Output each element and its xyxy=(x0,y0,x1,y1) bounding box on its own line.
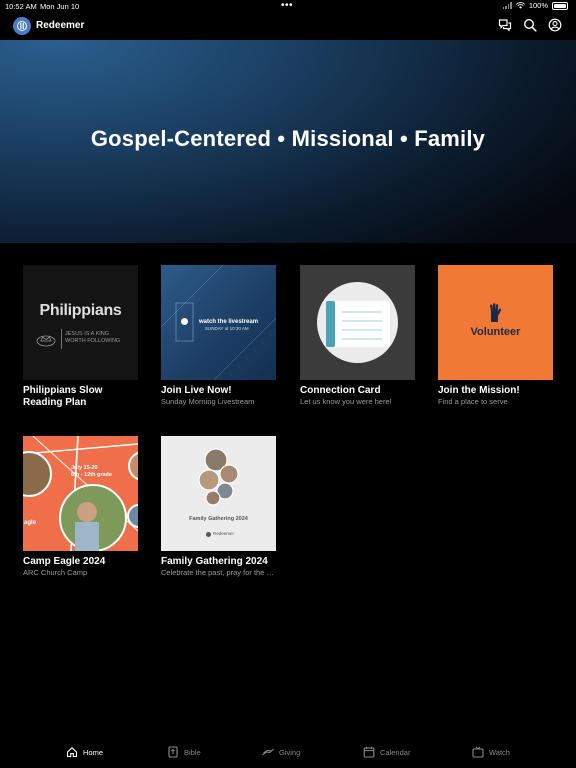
card-thumbnail: Family Gathering 2024 Redeemer xyxy=(161,436,276,551)
thumb-heading: Philippians xyxy=(39,302,122,319)
bottom-tab-bar: Home Bible Giving Calendar Watch xyxy=(0,738,576,768)
tab-bible[interactable]: Bible xyxy=(167,746,201,758)
profile-icon[interactable] xyxy=(548,18,562,32)
thumb-heading: Family Gathering 2024 xyxy=(189,516,248,522)
giving-icon xyxy=(262,748,274,756)
status-time: 10:52 AM xyxy=(5,2,37,11)
thumb-side-text: agle xyxy=(24,520,37,526)
tv-icon xyxy=(472,746,484,758)
app-header: Redeemer xyxy=(0,12,576,40)
tab-label: Giving xyxy=(279,747,301,757)
tab-calendar[interactable]: Calendar xyxy=(363,746,410,758)
church-logo-icon[interactable] xyxy=(13,17,31,35)
bible-icon xyxy=(168,746,178,758)
tab-label: Home xyxy=(83,747,104,757)
notepad-icon xyxy=(326,301,390,347)
thumb-tagline: SUNDAY at 10:30 AM xyxy=(205,326,249,331)
card-title: Join the Mission! xyxy=(438,385,520,396)
card-subtitle: Find a place to serve xyxy=(438,397,508,406)
thumb-grades: 6th - 12th grade xyxy=(71,472,112,478)
tab-label: Bible xyxy=(184,747,201,757)
brand-logo-icon xyxy=(206,532,211,537)
card-title: Connection Card xyxy=(300,385,381,396)
card-title: Camp Eagle 2024 xyxy=(23,556,106,567)
card-thumbnail: watch the livestream SUNDAY at 10:30 AM xyxy=(161,265,276,380)
hero-title: Gospel-Centered • Missional • Family xyxy=(90,126,486,151)
content-card-connection[interactable]: Connection Card Let us know you were her… xyxy=(300,265,415,407)
tab-label: Calendar xyxy=(380,747,411,757)
calendar-icon xyxy=(363,746,375,758)
thumb-dates: July 15-20 xyxy=(71,465,98,471)
thumb-brand: Redeemer xyxy=(213,531,235,536)
tab-label: Watch xyxy=(489,747,510,757)
content-card-livestream[interactable]: watch the livestream SUNDAY at 10:30 AM … xyxy=(161,265,276,407)
hero-banner[interactable]: Gospel-Centered • Missional • Family xyxy=(0,40,576,243)
thumb-heading: watch the livestream xyxy=(199,319,259,325)
card-title: Join Live Now! xyxy=(161,385,232,396)
content-card-philippians[interactable]: Philippians JESUS IS A KING WORTH FOLLOW… xyxy=(23,265,138,409)
content-card-volunteer[interactable]: Volunteer Join the Mission! Find a place… xyxy=(438,265,553,407)
crown-icon xyxy=(35,328,57,350)
card-subtitle: Let us know you were here! xyxy=(300,397,392,406)
thumb-heading: Volunteer xyxy=(470,326,521,338)
tab-home[interactable]: Home xyxy=(66,746,103,758)
card-thumbnail xyxy=(300,265,415,380)
search-icon[interactable] xyxy=(523,18,537,32)
status-date: Mon Jun 10 xyxy=(40,2,80,11)
thumb-tagline: JESUS IS A KING WORTH FOLLOWING xyxy=(65,331,121,344)
card-title: Family Gathering 2024 xyxy=(161,556,268,567)
card-subtitle: ARC Church Camp xyxy=(23,568,88,577)
card-title: Philippians Slow Reading Plan xyxy=(23,385,103,408)
wifi-icon xyxy=(515,2,525,9)
multitasking-dots[interactable]: ••• xyxy=(281,0,293,11)
messages-icon[interactable] xyxy=(498,18,512,32)
status-bar: 10:52 AM Mon Jun 10 ••• 100% xyxy=(0,0,576,12)
card-thumbnail: Volunteer xyxy=(438,265,553,380)
card-thumbnail: Philippians JESUS IS A KING WORTH FOLLOW… xyxy=(23,265,138,380)
content-card-family-gathering[interactable]: Family Gathering 2024 Redeemer Family Ga… xyxy=(161,436,276,578)
content-card-camp-eagle[interactable]: July 15-20 6th - 12th grade agle Camp Ea… xyxy=(23,436,138,578)
battery-icon xyxy=(552,1,568,10)
status-indicators: 100% xyxy=(502,1,568,10)
home-icon xyxy=(66,747,78,758)
cellular-icon xyxy=(502,2,512,9)
card-thumbnail: July 15-20 6th - 12th grade agle xyxy=(23,436,138,551)
battery-percent: 100% xyxy=(528,1,548,10)
raised-hand-icon xyxy=(490,303,502,322)
tab-watch[interactable]: Watch xyxy=(472,746,510,758)
tab-giving[interactable]: Giving xyxy=(262,746,300,758)
play-icon xyxy=(181,318,188,325)
card-subtitle: Celebrate the past, pray for the future xyxy=(161,568,276,577)
card-subtitle: Sunday Morning Livestream xyxy=(161,397,255,406)
camp-photo-collage xyxy=(23,436,138,551)
app-name[interactable]: Redeemer xyxy=(36,20,84,31)
